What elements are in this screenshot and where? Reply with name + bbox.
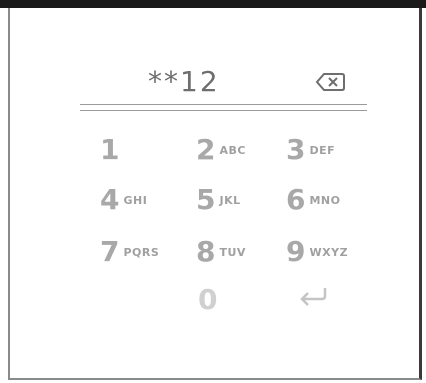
enter-button[interactable] <box>296 284 330 308</box>
backspace-icon <box>315 73 345 91</box>
key-letters: WXYZ <box>309 245 349 259</box>
key-digit: 4 <box>100 183 120 216</box>
key-6[interactable]: 6 MNO <box>286 182 376 218</box>
key-letters: PQRS <box>123 245 160 259</box>
key-digit: 2 <box>196 133 216 166</box>
key-letters: TUV <box>219 245 246 259</box>
enter-icon <box>300 288 327 306</box>
backspace-button[interactable] <box>314 71 346 93</box>
key-digit: 3 <box>286 133 306 166</box>
pin-display: **12 <box>148 65 220 98</box>
key-digit: 9 <box>286 235 306 268</box>
display-divider-top <box>80 104 367 105</box>
key-9[interactable]: 9 WXYZ <box>286 234 376 270</box>
key-letters: JKL <box>219 193 241 207</box>
key-2[interactable]: 2 ABC <box>196 132 286 168</box>
key-digit: 5 <box>196 183 216 216</box>
key-3[interactable]: 3 DEF <box>286 132 376 168</box>
key-letters: ABC <box>219 143 246 157</box>
key-digit: 1 <box>100 133 120 166</box>
key-digit: 7 <box>100 235 120 268</box>
key-8[interactable]: 8 TUV <box>196 234 286 270</box>
key-letters: GHI <box>123 193 148 207</box>
display-divider-bottom <box>80 110 367 111</box>
top-window-bar <box>0 0 426 8</box>
key-digit: 6 <box>286 183 306 216</box>
key-digit: 8 <box>196 235 216 268</box>
key-digit: 0 <box>198 283 218 316</box>
key-7[interactable]: 7 PQRS <box>100 234 190 270</box>
key-5[interactable]: 5 JKL <box>196 182 286 218</box>
key-letters: MNO <box>309 193 341 207</box>
key-letters: DEF <box>309 143 336 157</box>
key-4[interactable]: 4 GHI <box>100 182 190 218</box>
key-1[interactable]: 1 <box>100 132 190 168</box>
key-0[interactable]: 0 <box>198 282 238 318</box>
